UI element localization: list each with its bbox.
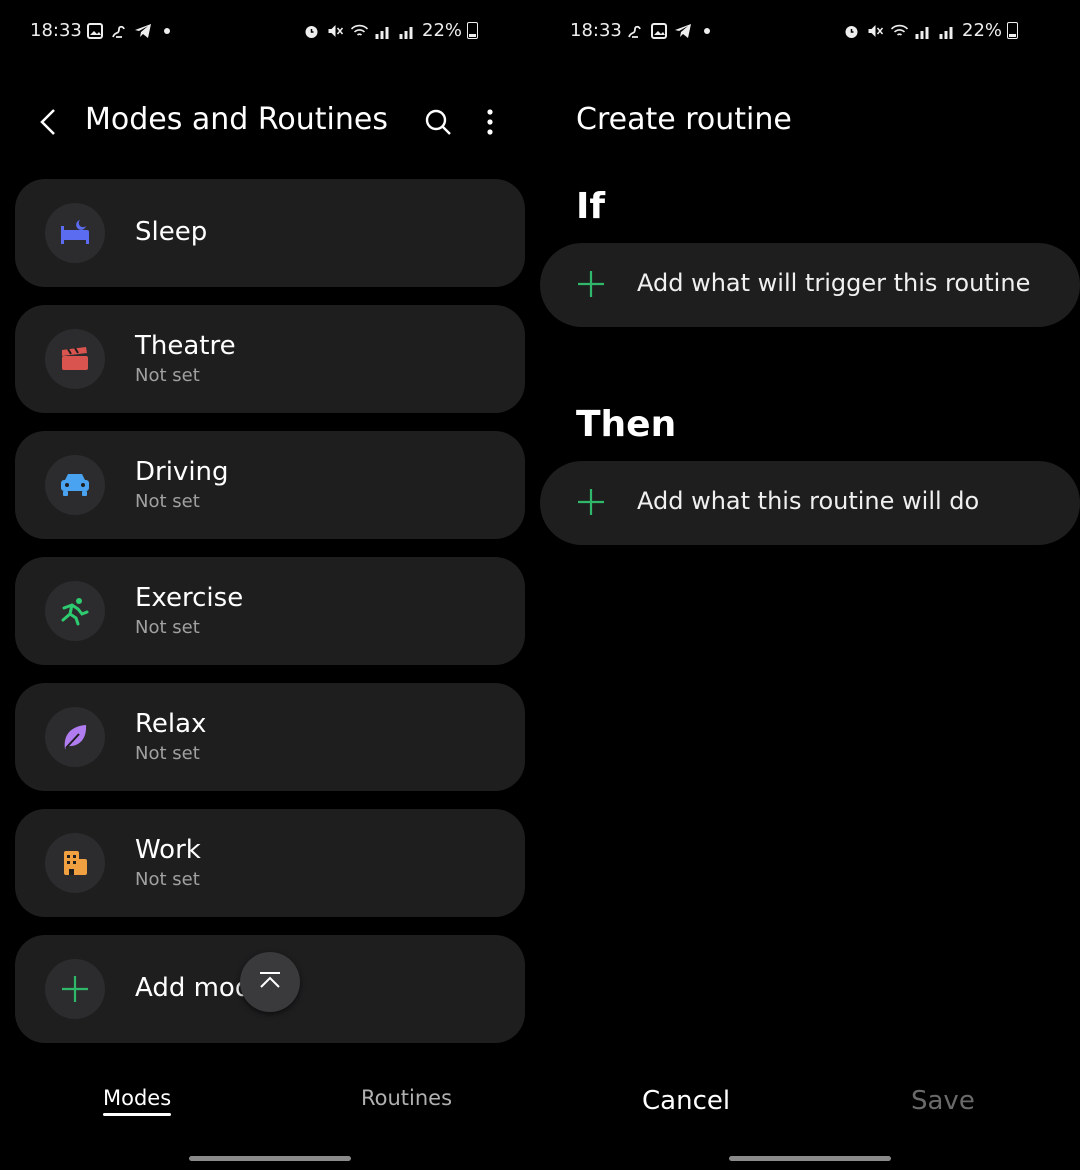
dot-icon	[164, 28, 170, 34]
mode-status: Not set	[135, 743, 200, 764]
mode-card-work[interactable]: Work Not set	[15, 809, 525, 917]
alarm-icon	[305, 25, 318, 38]
mute-icon	[868, 24, 884, 37]
create-routine-screen: 18:33 22% Create routine If Add what wil…	[540, 0, 1080, 1170]
search-icon[interactable]	[424, 108, 452, 136]
car-icon	[61, 474, 89, 496]
clapperboard-icon	[62, 347, 88, 370]
dot-icon	[704, 28, 710, 34]
plus-icon	[578, 271, 604, 297]
mode-status: Not set	[135, 365, 200, 386]
then-section-label: Then	[576, 404, 677, 445]
gesture-handle	[729, 1156, 891, 1161]
save-button[interactable]: Save	[911, 1086, 975, 1116]
app-notification-icon	[628, 25, 641, 38]
add-mode-label: Add mod	[135, 973, 252, 1003]
mode-card-driving[interactable]: Driving Not set	[15, 431, 525, 539]
mode-name: Driving	[135, 457, 229, 487]
back-icon[interactable]	[34, 106, 62, 138]
tab-routines[interactable]: Routines	[361, 1086, 452, 1110]
mode-name: Work	[135, 835, 201, 865]
more-options-icon[interactable]	[480, 106, 500, 138]
cancel-button[interactable]: Cancel	[642, 1086, 730, 1116]
mode-name: Exercise	[135, 583, 244, 613]
leaf-icon	[64, 725, 87, 749]
mode-status: Not set	[135, 617, 200, 638]
signal-icon	[939, 26, 953, 39]
battery-percent: 22%	[962, 20, 1003, 41]
mode-name: Sleep	[135, 217, 208, 247]
add-action-label: Add what this routine will do	[637, 487, 980, 515]
gallery-icon	[87, 23, 103, 39]
running-icon	[61, 598, 89, 626]
signal-icon	[399, 26, 413, 39]
wifi-icon	[350, 24, 369, 36]
mode-card-relax[interactable]: Relax Not set	[15, 683, 525, 791]
mode-status: Not set	[135, 869, 200, 890]
app-notification-icon	[112, 25, 125, 38]
plus-icon	[62, 976, 88, 1002]
gesture-handle	[189, 1156, 351, 1161]
page-title: Modes and Routines	[85, 102, 388, 137]
add-trigger-button[interactable]: Add what will trigger this routine	[540, 243, 1080, 327]
mode-card-sleep[interactable]: Sleep	[15, 179, 525, 287]
signal-icon	[915, 26, 929, 39]
signal-icon	[375, 26, 389, 39]
building-icon	[64, 851, 87, 875]
scroll-to-top-button[interactable]	[240, 952, 300, 1012]
mute-icon	[328, 24, 344, 37]
telegram-icon	[675, 24, 691, 38]
mode-status: Not set	[135, 491, 200, 512]
status-time: 18:33	[30, 20, 82, 41]
mode-name: Relax	[135, 709, 207, 739]
wifi-icon	[890, 24, 909, 36]
status-bar: 18:33 22%	[0, 18, 540, 48]
telegram-icon	[135, 24, 151, 38]
mode-card-theatre[interactable]: Theatre Not set	[15, 305, 525, 413]
scroll-top-icon	[260, 972, 280, 988]
if-section-label: If	[576, 186, 606, 227]
add-trigger-label: Add what will trigger this routine	[637, 269, 1031, 297]
mode-name: Theatre	[135, 331, 236, 361]
status-time: 18:33	[570, 20, 622, 41]
add-action-button[interactable]: Add what this routine will do	[540, 461, 1080, 545]
status-bar: 18:33 22%	[540, 18, 1080, 48]
sleep-bed-icon	[61, 220, 89, 244]
mode-card-exercise[interactable]: Exercise Not set	[15, 557, 525, 665]
plus-icon	[578, 489, 604, 515]
tab-modes[interactable]: Modes	[103, 1086, 172, 1116]
battery-icon	[1007, 22, 1019, 39]
modes-screen: 18:33 22% Modes and Routines Sleep Theat…	[0, 0, 540, 1170]
alarm-icon	[845, 25, 858, 38]
battery-percent: 22%	[422, 20, 463, 41]
page-title: Create routine	[576, 102, 792, 137]
battery-icon	[467, 22, 479, 39]
gallery-icon	[651, 23, 667, 39]
